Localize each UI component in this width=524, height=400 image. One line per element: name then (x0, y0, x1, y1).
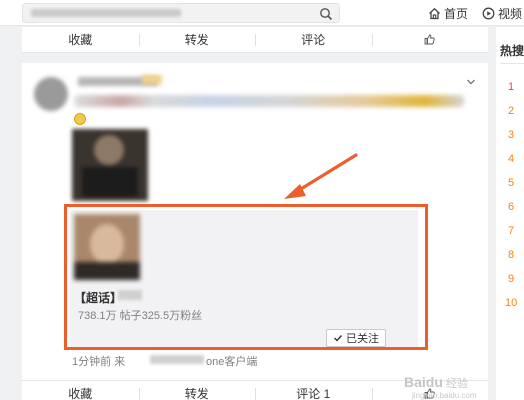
baidu-jingyan-watermark: Baidu 经验 jingyan.baidu.com (404, 374, 476, 400)
watermark-url: jingyan.baidu.com (412, 391, 477, 400)
watermark-sub: 经验 (445, 378, 468, 390)
annotation-highlight-frame (64, 204, 428, 350)
watermark-brand: Baidu (404, 374, 443, 390)
